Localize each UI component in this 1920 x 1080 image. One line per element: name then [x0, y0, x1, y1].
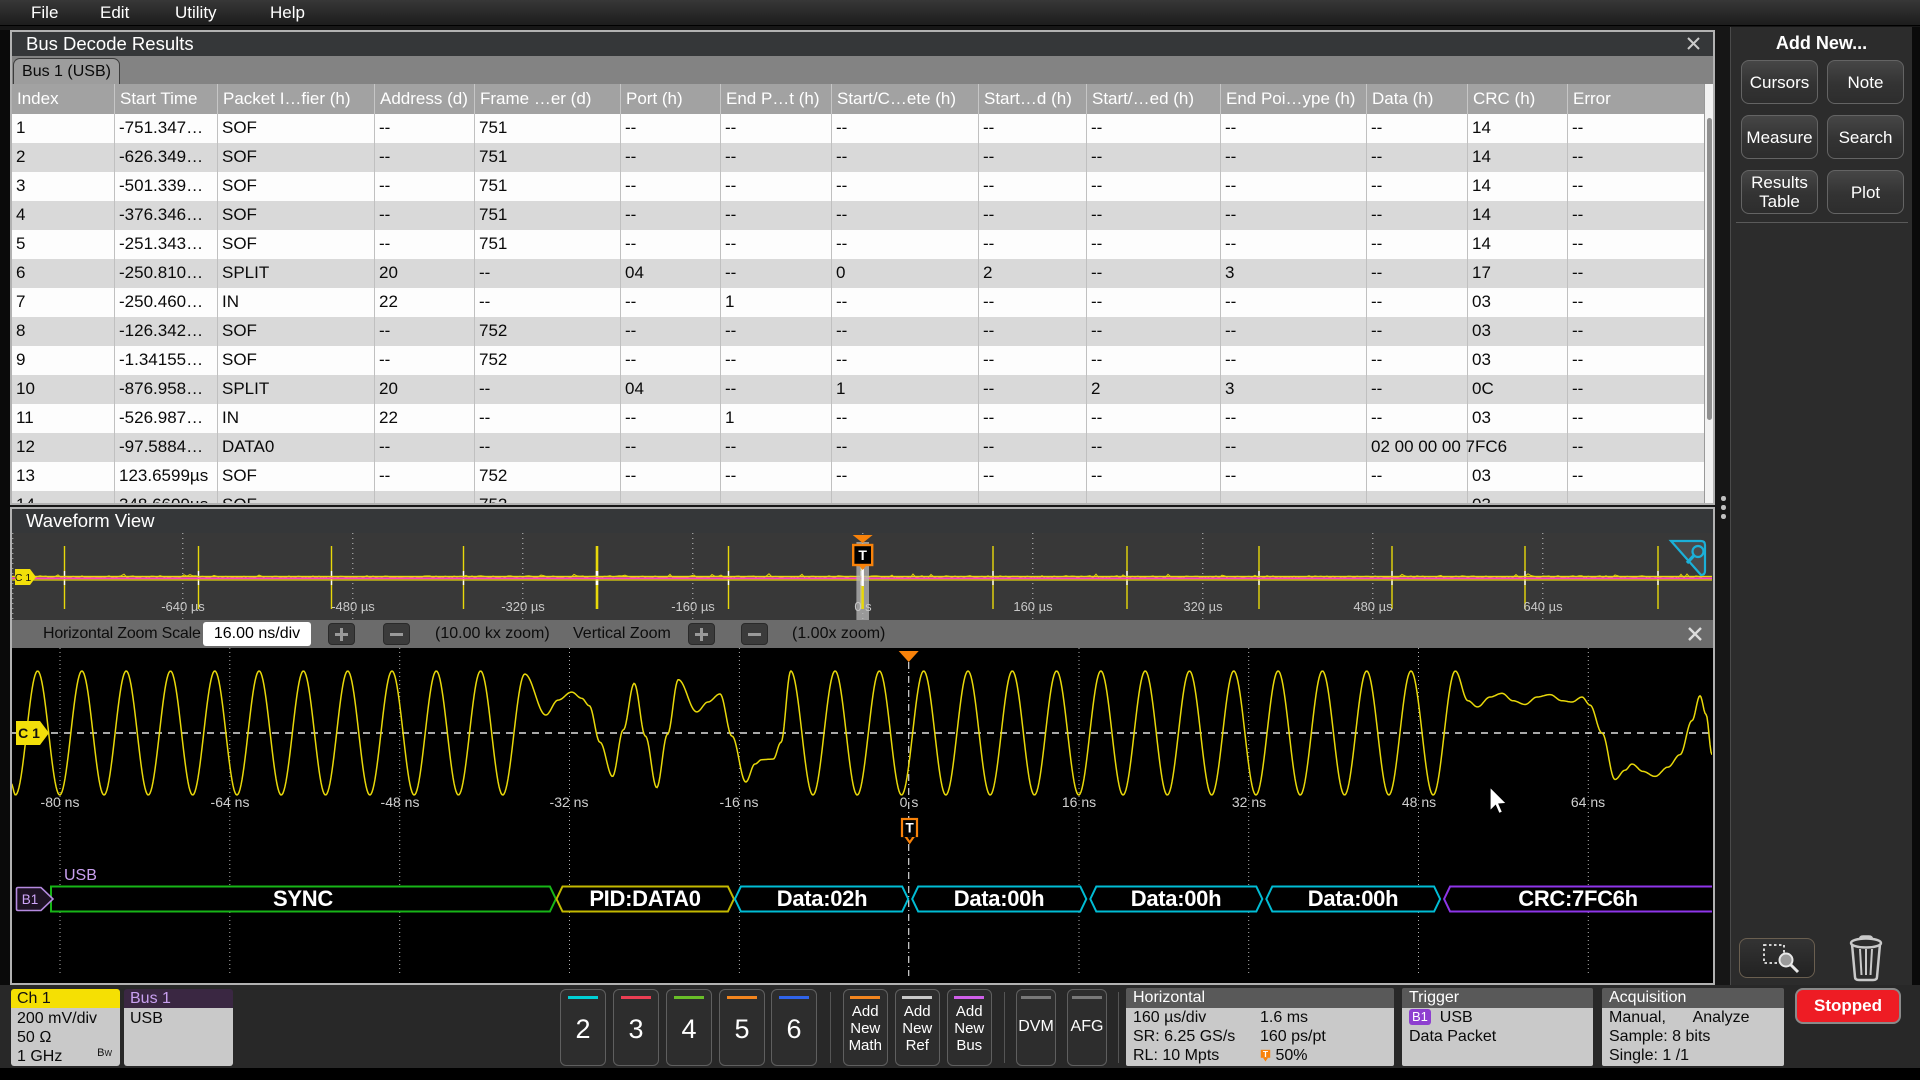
svg-text:Data:02h: Data:02h — [777, 886, 868, 911]
svg-text:Data:00h: Data:00h — [1131, 886, 1222, 911]
svg-text:CRC:7FC6h: CRC:7FC6h — [1518, 886, 1638, 911]
svg-text:T: T — [1263, 1049, 1269, 1059]
svg-text:C 1: C 1 — [15, 572, 31, 584]
svg-text:PID:DATA0: PID:DATA0 — [589, 886, 700, 911]
svg-text:B1: B1 — [22, 892, 39, 907]
svg-text:Data:00h: Data:00h — [1308, 886, 1399, 911]
svg-text:Data:00h: Data:00h — [954, 886, 1045, 911]
svg-text:T: T — [858, 547, 867, 563]
svg-text:T: T — [905, 821, 914, 836]
svg-text:SYNC: SYNC — [273, 886, 333, 911]
svg-text:C 1: C 1 — [18, 725, 40, 741]
